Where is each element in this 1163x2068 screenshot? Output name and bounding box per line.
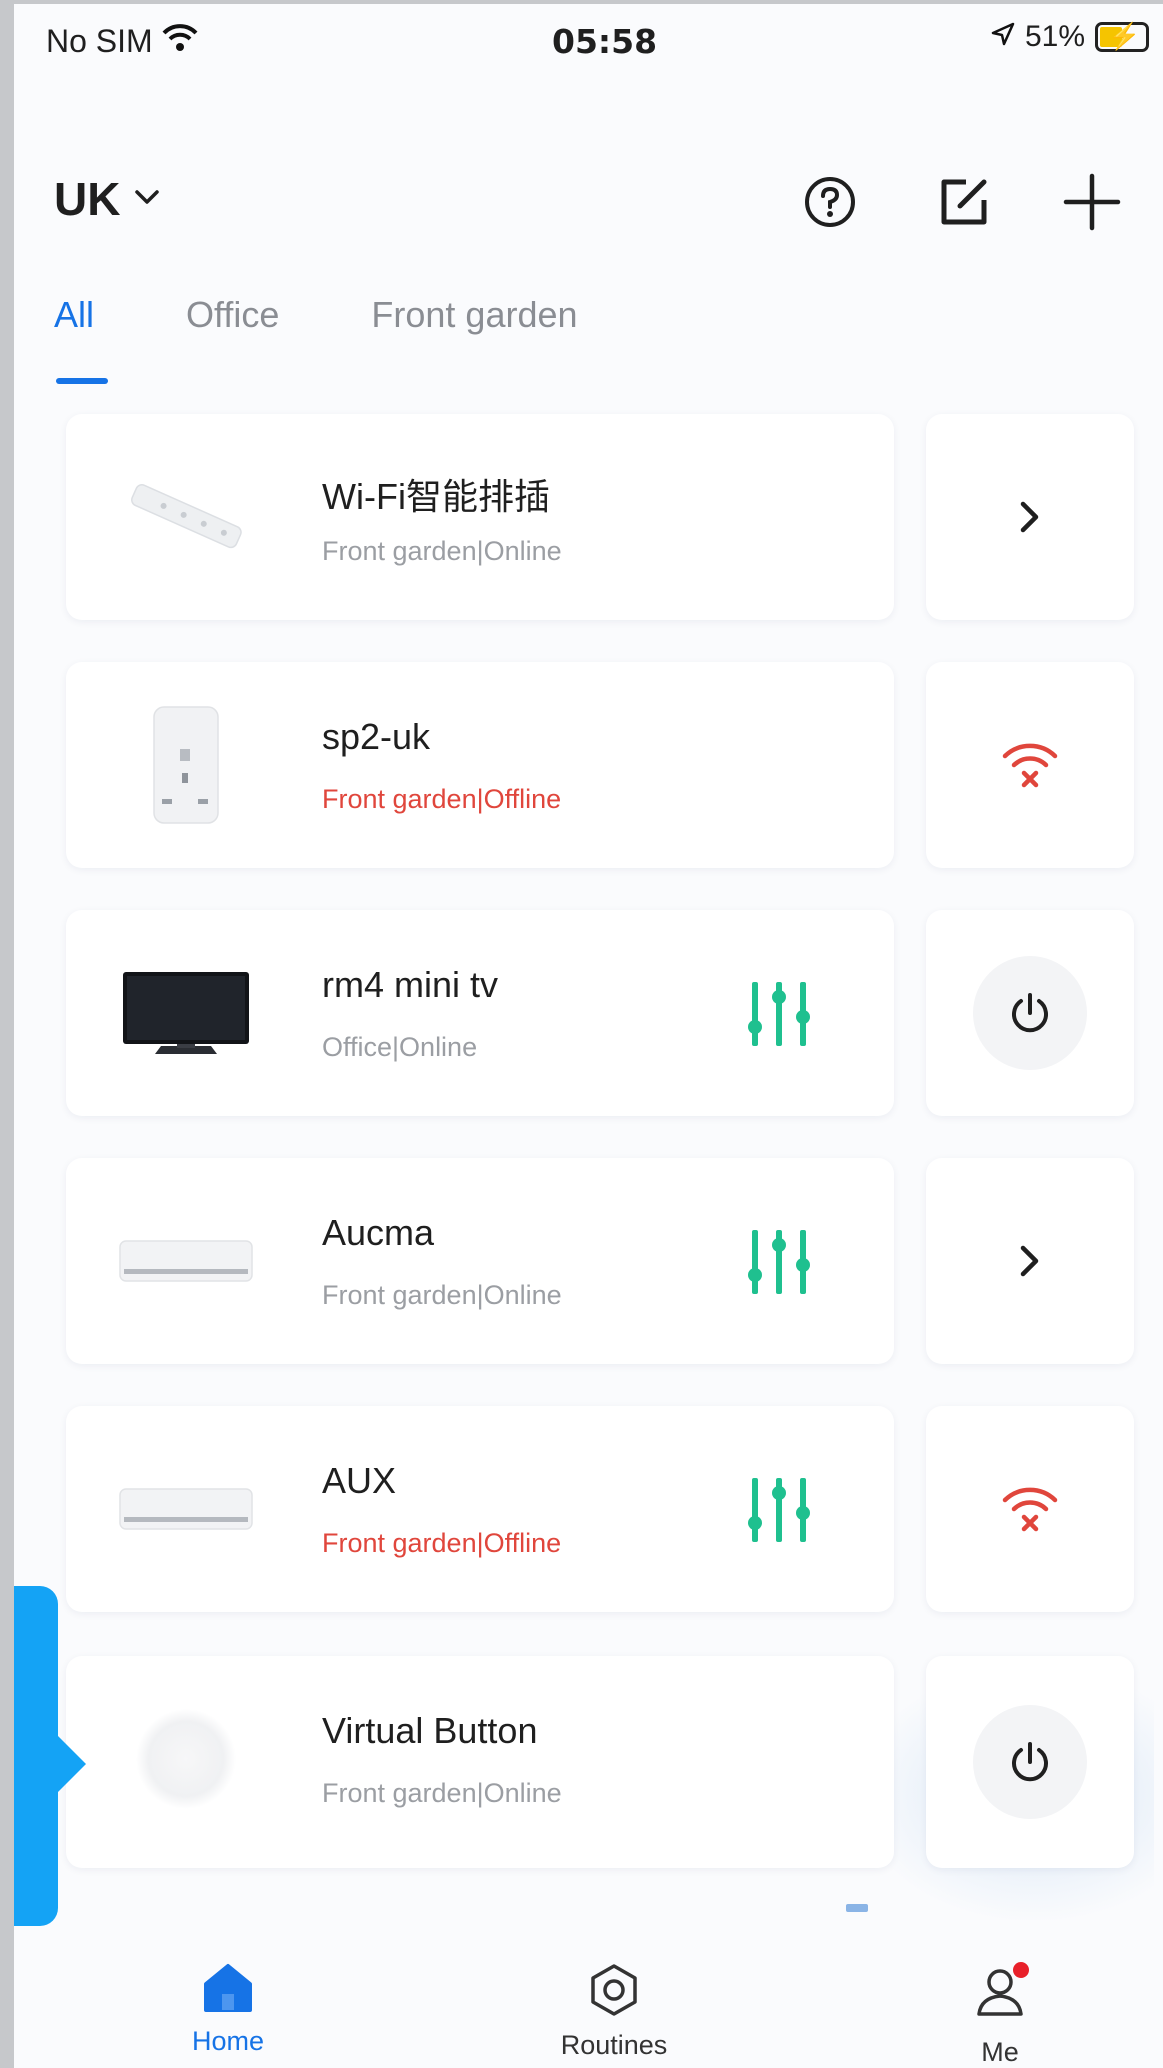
device-offline-button[interactable] xyxy=(926,1406,1134,1612)
tooltip-text: l xyxy=(14,1790,22,1824)
nav-me[interactable]: Me xyxy=(900,1962,1100,2068)
room-tabs: All Office Front garden xyxy=(54,294,578,384)
nav-label: Home xyxy=(191,2026,265,2056)
power-button-bg xyxy=(973,956,1087,1070)
device-name: sp2-uk xyxy=(322,716,431,757)
device-name: rm4 mini tv xyxy=(322,964,499,1005)
active-tab-indicator xyxy=(56,378,108,384)
tab-label: Office xyxy=(186,294,280,335)
coachmark-tooltip[interactable]: l xyxy=(14,1586,86,1926)
smart-plug-image xyxy=(116,702,256,828)
device-name: Aucma xyxy=(322,1212,435,1253)
power-icon xyxy=(1012,993,1048,1033)
device-power-button[interactable] xyxy=(926,1656,1134,1868)
nav-label: Routines xyxy=(560,2030,668,2060)
power-strip-image xyxy=(116,454,256,580)
device-name: Wi-Fi智能排插 xyxy=(322,476,550,517)
carrier-label: No SIM xyxy=(46,22,153,59)
help-icon xyxy=(805,177,855,227)
home-selector[interactable]: UK xyxy=(54,172,160,226)
carrier-area: No SIM xyxy=(46,22,199,60)
tv-image xyxy=(116,950,256,1076)
nav-home[interactable]: Home xyxy=(128,1962,328,2057)
device-status: Office|Online xyxy=(322,1032,478,1062)
device-status: Front garden|Online xyxy=(322,1778,562,1808)
add-device-button[interactable] xyxy=(1054,164,1130,240)
power-icon xyxy=(1012,1742,1048,1782)
nav-label: Me xyxy=(981,2037,1019,2067)
home-icon xyxy=(204,1964,252,2012)
device-status: Front garden|Online xyxy=(322,1280,562,1310)
device-open-button[interactable] xyxy=(926,414,1134,620)
tab-label: All xyxy=(54,294,95,335)
chevron-right-icon xyxy=(1020,1245,1039,1277)
nav-routines[interactable]: Routines xyxy=(514,1962,714,2061)
status-right: 51% ⚡ xyxy=(991,20,1149,54)
device-offline-button[interactable] xyxy=(926,662,1134,868)
device-card[interactable]: AUX Front garden|Offline xyxy=(66,1406,894,1612)
home-name: UK xyxy=(54,173,121,225)
phone-screen: No SIM 05:58 51% ⚡ UK All Office Front g… xyxy=(14,4,1163,2068)
device-status: Front garden|Offline xyxy=(322,1528,562,1558)
device-card[interactable]: sp2-uk Front garden|Offline xyxy=(66,662,894,868)
device-card[interactable]: Aucma Front garden|Online xyxy=(66,1158,894,1364)
notification-badge xyxy=(1013,1962,1029,1978)
location-arrow-icon xyxy=(991,20,1015,54)
wifi-offline-icon xyxy=(1002,1487,1058,1532)
edit-button[interactable] xyxy=(926,164,1002,240)
device-open-button[interactable] xyxy=(926,1158,1134,1364)
chevron-down-icon xyxy=(134,188,160,211)
device-card[interactable]: rm4 mini tv Office|Online xyxy=(66,910,894,1116)
status-bar: No SIM 05:58 51% ⚡ xyxy=(14,4,1163,84)
controls-icon[interactable] xyxy=(746,976,816,1052)
edit-icon xyxy=(941,179,987,225)
air-conditioner-image xyxy=(116,1446,256,1572)
controls-icon[interactable] xyxy=(746,1472,816,1548)
routines-icon xyxy=(591,1964,637,2016)
virtual-button-image xyxy=(116,1696,256,1822)
device-status: Front garden|Offline xyxy=(322,784,562,814)
person-icon-wrap xyxy=(971,1962,1029,2025)
bottom-nav: Home Routines Me xyxy=(14,1924,1163,2068)
battery-percent: 51% xyxy=(1024,20,1085,53)
air-conditioner-image xyxy=(116,1198,256,1324)
plus-icon xyxy=(1063,173,1121,231)
battery-icon: ⚡ xyxy=(1095,21,1149,52)
wifi-icon xyxy=(161,22,199,60)
device-name: AUX xyxy=(322,1460,397,1501)
chevron-right-icon xyxy=(1020,501,1039,533)
tab-front-garden[interactable]: Front garden xyxy=(371,294,577,336)
wifi-offline-icon xyxy=(1002,743,1058,788)
help-button[interactable] xyxy=(792,164,868,240)
controls-icon[interactable] xyxy=(746,1224,816,1300)
status-time: 05:58 xyxy=(552,22,658,61)
device-name: Virtual Button xyxy=(322,1710,538,1751)
device-card[interactable]: Wi-Fi智能排插 Front garden|Online xyxy=(66,414,894,620)
tab-label: Front garden xyxy=(371,294,578,335)
device-power-button[interactable] xyxy=(926,910,1134,1116)
device-card[interactable]: Virtual Button Front garden|Online xyxy=(66,1656,894,1868)
tab-all[interactable]: All xyxy=(54,294,108,384)
tooltip-arrow xyxy=(58,1736,86,1792)
power-button-bg xyxy=(973,1705,1087,1819)
scroll-indicator xyxy=(846,1904,868,1912)
device-status: Front garden|Online xyxy=(322,536,562,566)
tab-office[interactable]: Office xyxy=(186,294,279,336)
